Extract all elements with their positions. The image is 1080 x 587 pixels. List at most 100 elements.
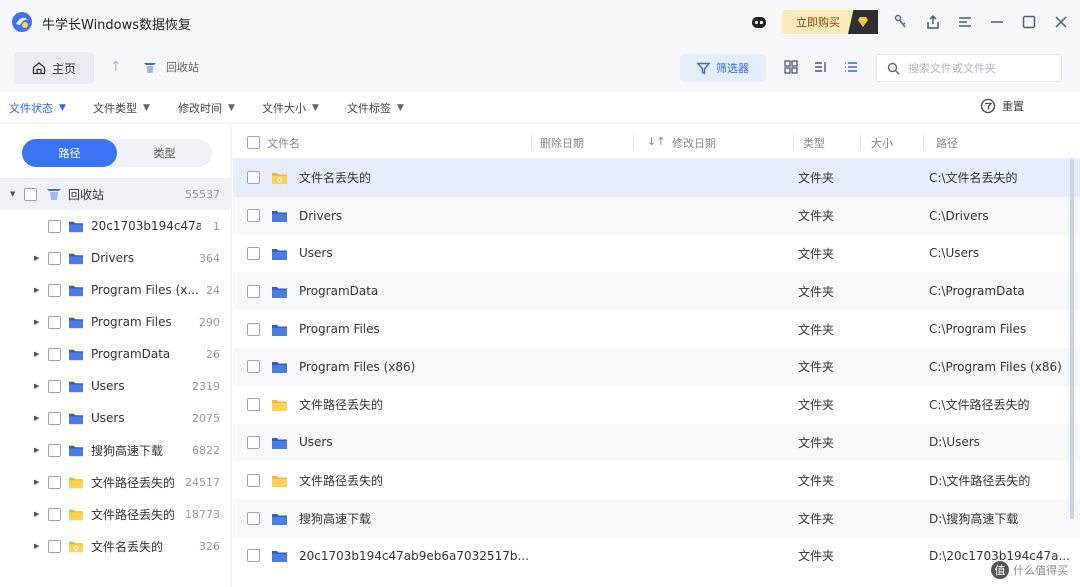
share-icon[interactable] [924, 13, 942, 31]
expand-arrow-icon[interactable]: ▶ [34, 510, 39, 518]
header-modified-date[interactable]: 修改日期 [672, 135, 716, 151]
breadcrumb[interactable]: 回收站 [142, 59, 199, 75]
row-checkbox[interactable] [247, 322, 260, 336]
expand-arrow-icon[interactable]: ▶ [34, 382, 39, 390]
tree-item[interactable]: ▶ 文件路径丢失的 18773 [0, 498, 232, 530]
tree-root-recycle-bin[interactable]: ▼ 回收站 55537 [0, 178, 232, 210]
filter-file-size[interactable]: 文件大小 ▼ [262, 100, 319, 116]
expand-arrow-icon[interactable]: ▶ [34, 446, 39, 454]
filter-file-type[interactable]: 文件类型 ▼ [93, 100, 150, 116]
checkbox[interactable] [48, 475, 61, 489]
table-row[interactable]: 搜狗高速下载 文件夹 D:\搜狗高速下载 [233, 499, 1080, 537]
row-checkbox[interactable] [247, 549, 260, 563]
row-checkbox[interactable] [247, 284, 260, 298]
checkbox[interactable] [48, 443, 61, 457]
checkbox[interactable] [48, 251, 61, 265]
tree-count: 326 [199, 539, 220, 553]
tree-item[interactable]: ▶ Program Files (x... 24 [0, 274, 232, 306]
checkbox[interactable] [48, 283, 61, 297]
filter-modified-time[interactable]: 修改时间 ▼ [178, 100, 235, 116]
row-checkbox[interactable] [247, 171, 260, 185]
tree-item[interactable]: ▶ Users 2319 [0, 370, 232, 402]
tree-item[interactable]: ▶ Users 2075 [0, 402, 232, 434]
sort-icon[interactable]: ↓↑ [647, 135, 665, 148]
home-button[interactable]: 主页 [14, 52, 94, 84]
folder-icon [272, 324, 287, 336]
menu-icon[interactable] [956, 13, 974, 31]
expand-arrow-icon[interactable]: ▶ [34, 254, 39, 262]
checkbox[interactable] [48, 219, 61, 233]
tree-item[interactable]: ▶ 搜狗高速下载 6822 [0, 434, 232, 466]
expand-arrow-icon[interactable]: ▼ [10, 190, 15, 198]
row-type: 文件夹 [798, 322, 835, 337]
row-checkbox[interactable] [247, 209, 260, 223]
home-label: 主页 [51, 61, 76, 76]
checkbox[interactable] [48, 507, 61, 521]
tree-item[interactable]: ▶ Program Files 290 [0, 306, 232, 338]
row-type: 文件夹 [798, 360, 835, 375]
table-row[interactable]: 文件名丢失的 文件夹 C:\文件名丢失的 [233, 159, 1080, 197]
key-icon[interactable] [892, 13, 910, 31]
folder-icon [272, 248, 287, 260]
tree-label: ProgramData [91, 347, 171, 361]
robot-assistant-icon[interactable] [750, 13, 768, 31]
header-path[interactable]: 路径 [936, 135, 958, 151]
row-checkbox[interactable] [247, 398, 260, 412]
table-row[interactable]: Program Files (x86) 文件夹 C:\Program Files (… [233, 347, 1080, 386]
row-checkbox[interactable] [247, 511, 260, 525]
checkbox[interactable] [48, 315, 61, 329]
home-icon [32, 62, 46, 75]
table-row[interactable]: Drivers 文件夹 C:\Drivers [233, 196, 1080, 235]
minimize-icon[interactable] [988, 13, 1006, 31]
table-row[interactable]: Users 文件夹 C:\Users [233, 235, 1080, 273]
filter-file-tag[interactable]: 文件标签 ▼ [347, 100, 404, 116]
grid-view-icon[interactable] [782, 58, 800, 76]
checkbox[interactable] [48, 539, 61, 553]
table-row[interactable]: 文件路径丢失的 文件夹 D:\文件路径丢失的 [233, 461, 1080, 499]
buy-now-button[interactable]: 立即购买 [782, 10, 878, 34]
list-view-icon[interactable] [842, 58, 860, 76]
header-type[interactable]: 类型 [803, 135, 825, 151]
table-row[interactable]: Users 文件夹 D:\Users [233, 423, 1080, 462]
tree-item[interactable]: ▶ Drivers 364 [0, 242, 232, 274]
header-deleted-date[interactable]: 删除日期 [540, 135, 584, 151]
seg-type[interactable]: 类型 [117, 139, 212, 167]
table-row[interactable]: 文件路径丢失的 文件夹 C:\文件路径丢失的 [233, 386, 1080, 424]
expand-arrow-icon[interactable]: ▶ [34, 542, 39, 550]
select-all-checkbox[interactable] [247, 136, 260, 149]
maximize-icon[interactable] [1020, 13, 1038, 31]
row-checkbox[interactable] [247, 435, 260, 449]
seg-path[interactable]: 路径 [22, 139, 117, 167]
app-title: 牛学长Windows数据恢复 [42, 18, 192, 33]
close-icon[interactable] [1052, 13, 1070, 31]
expand-arrow-icon[interactable]: ▶ [34, 286, 39, 294]
vertical-scrollbar[interactable] [1070, 159, 1074, 519]
expand-arrow-icon[interactable]: ▶ [34, 318, 39, 326]
filter-file-status[interactable]: 文件状态 ▼ [9, 100, 66, 116]
tree-item[interactable]: ▶ 文件路径丢失的 24517 [0, 466, 232, 498]
tree-item[interactable]: ▶ ProgramData 26 [0, 338, 232, 370]
expand-arrow-icon[interactable]: ▶ [34, 350, 39, 358]
checkbox[interactable] [48, 411, 61, 425]
detail-view-icon[interactable] [812, 58, 830, 76]
search-box[interactable] [876, 54, 1062, 82]
tree-item[interactable]: ▶ 文件名丢失的 326 [0, 530, 232, 562]
reset-button[interactable]: 重置 [980, 98, 1024, 114]
table-row[interactable]: ProgramData 文件夹 C:\ProgramData [233, 272, 1080, 311]
table-row[interactable]: Program Files 文件夹 C:\Program Files [233, 310, 1080, 348]
search-input[interactable] [908, 61, 1058, 75]
checkbox[interactable] [48, 379, 61, 393]
row-checkbox[interactable] [247, 246, 260, 260]
checkbox[interactable] [24, 187, 37, 201]
expand-arrow-icon[interactable]: ▶ [34, 414, 39, 422]
up-arrow-icon[interactable]: ↑ [110, 59, 122, 75]
row-checkbox[interactable] [247, 473, 260, 487]
header-name[interactable]: 文件名 [267, 135, 300, 151]
checkbox[interactable] [48, 347, 61, 361]
tree-item[interactable]: 20c1703b194c47a... 1 [0, 210, 232, 242]
row-checkbox[interactable] [247, 360, 260, 374]
expand-arrow-icon[interactable]: ▶ [34, 478, 39, 486]
header-size[interactable]: 大小 [871, 135, 893, 151]
table-row[interactable]: 20c1703b194c47ab9eb6a7032517b... 文件夹 D:\20… [233, 537, 1080, 575]
filter-button[interactable]: 筛选器 [680, 54, 766, 82]
